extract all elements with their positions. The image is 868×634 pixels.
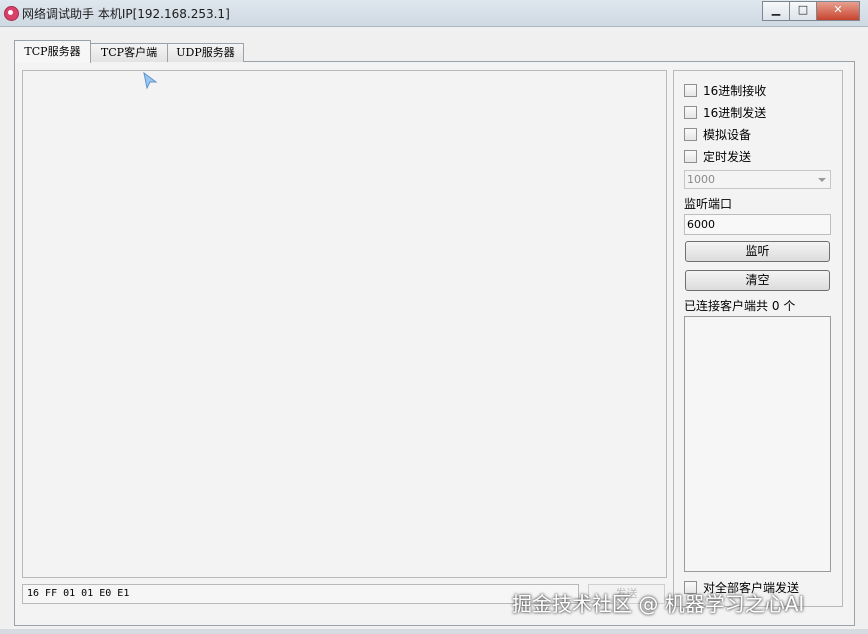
connected-clients-status: 已连接客户端共 0 个 xyxy=(684,297,795,314)
hex-send-checkbox[interactable] xyxy=(684,105,697,119)
window-title: 网络调试助手 本机IP[192.168.253.1] xyxy=(22,7,230,21)
app-logo-icon xyxy=(4,6,19,21)
tab-tcp-server[interactable]: TCP服务器 xyxy=(14,40,91,63)
clients-suffix: 个 xyxy=(783,299,796,313)
simulate-device-label: 模拟设备 xyxy=(703,127,752,142)
hex-receive-checkbox[interactable] xyxy=(684,83,697,97)
tab-udp-server[interactable]: UDP服务器 xyxy=(167,43,244,62)
chevron-down-icon xyxy=(818,178,826,182)
send-data-input[interactable]: 16 FF 01 01 E0 E1 xyxy=(22,584,579,604)
close-button[interactable]: ✕ xyxy=(816,1,860,21)
timed-send-label: 定时发送 xyxy=(703,149,752,164)
listen-button[interactable]: 监听 xyxy=(685,241,830,262)
simulate-device-checkbox[interactable] xyxy=(684,127,697,141)
maximize-button[interactable]: □ xyxy=(789,1,817,21)
hex-receive-label: 16进制接收 xyxy=(703,83,767,98)
interval-select[interactable]: 1000 xyxy=(684,170,831,189)
clients-prefix: 已连接客户端共 xyxy=(684,299,769,313)
hex-send-label: 16进制发送 xyxy=(703,105,767,120)
watermark: 掘金技术社区 @ 机器学习之心AI xyxy=(512,592,805,616)
window-controls: ▁ □ ✕ xyxy=(762,1,860,21)
port-label: 监听端口 xyxy=(684,197,733,211)
port-input[interactable]: 6000 xyxy=(684,214,831,235)
interval-value: 1000 xyxy=(687,173,715,186)
title-bar: 网络调试助手 本机IP[192.168.253.1] ▁ □ ✕ xyxy=(0,0,868,27)
simulate-device-option[interactable]: 模拟设备 xyxy=(684,126,751,142)
timed-send-option[interactable]: 定时发送 xyxy=(684,148,751,164)
receive-textarea[interactable] xyxy=(22,70,667,578)
minimize-button[interactable]: ▁ xyxy=(762,1,790,21)
tab-tcp-client[interactable]: TCP客户端 xyxy=(90,43,168,62)
hex-send-option[interactable]: 16进制发送 xyxy=(684,104,766,120)
client-list[interactable] xyxy=(684,316,831,572)
clear-button[interactable]: 清空 xyxy=(685,270,830,291)
hex-receive-option[interactable]: 16进制接收 xyxy=(684,82,766,98)
window-bottom-edge xyxy=(0,629,868,634)
clients-count: 0 xyxy=(771,299,780,313)
timed-send-checkbox[interactable] xyxy=(684,149,697,163)
mouse-cursor-icon xyxy=(143,72,158,90)
